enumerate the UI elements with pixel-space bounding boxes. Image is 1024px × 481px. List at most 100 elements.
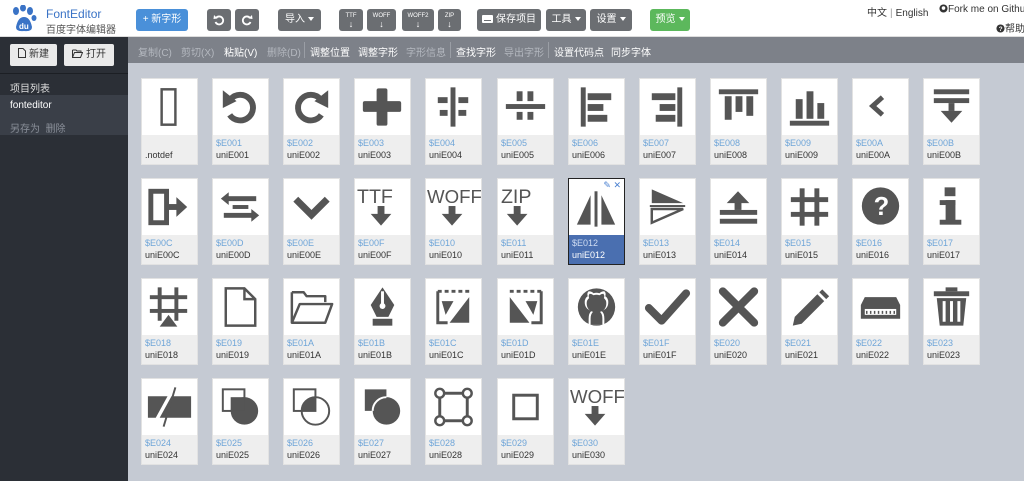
- adjust-position-button[interactable]: 调整位置: [310, 44, 350, 59]
- set-codepoint-button[interactable]: 设置代码点: [554, 44, 604, 59]
- delete-button[interactable]: 删除(D): [267, 44, 301, 59]
- glyph-card[interactable]: $E008 uniE008: [710, 78, 767, 165]
- glyph-card[interactable]: $E001 uniE001: [212, 78, 269, 165]
- glyph-card[interactable]: $E01F uniE01F: [639, 278, 696, 365]
- export-glyph-button[interactable]: 导出字形: [504, 44, 544, 59]
- import-dropdown[interactable]: 导入: [278, 9, 321, 31]
- glyph-card[interactable]: $E018 uniE018: [141, 278, 198, 365]
- glyph-card[interactable]: $E01B uniE01B: [354, 278, 411, 365]
- sync-font-button[interactable]: 同步字体: [611, 44, 651, 59]
- glyph-card[interactable]: $E00B uniE00B: [923, 78, 980, 165]
- glyph-card[interactable]: $E00D uniE00D: [212, 178, 269, 265]
- glyph-card[interactable]: $E026 uniE026: [283, 378, 340, 465]
- glyph-card[interactable]: WOFF $E030 uniE030: [568, 378, 625, 465]
- export-woff-button[interactable]: WOFF ↓: [367, 9, 396, 31]
- lang-en-link[interactable]: English: [896, 8, 929, 19]
- open-project-button[interactable]: 打开: [64, 44, 114, 66]
- glyph-card[interactable]: $E005 uniE005: [497, 78, 554, 165]
- glyph-card[interactable]: $E017 uniE017: [923, 178, 980, 265]
- save-project-button[interactable]: 保存项目: [477, 9, 541, 31]
- undo-button[interactable]: [207, 9, 231, 31]
- edit-delete-tools[interactable]: ✎ ✕: [603, 180, 621, 191]
- edit-toolbar: 复制(C) 剪切(X) 粘贴(V) 删除(D) 调整位置 调整字形 字形信息 查…: [128, 37, 1024, 63]
- export-zip-button[interactable]: ZIP ↓: [438, 9, 461, 31]
- glyph-code: $E01A: [287, 338, 315, 348]
- info-icon: [939, 187, 962, 225]
- glyph-card[interactable]: $E00C uniE00C: [141, 178, 198, 265]
- glyph-card[interactable]: $E009 uniE009: [781, 78, 838, 165]
- glyph-card[interactable]: $E025 uniE025: [212, 378, 269, 465]
- help-link[interactable]: ? 帮助: [996, 20, 1024, 35]
- flip-left-icon: [436, 289, 470, 325]
- glyph-card[interactable]: TTF $E00F uniE00F: [354, 178, 411, 265]
- glyph-meta: $E00D uniE00D: [213, 235, 268, 264]
- glyph-card[interactable]: WOFF $E010 uniE010: [425, 178, 482, 265]
- glyph-card[interactable]: $E015 uniE015: [781, 178, 838, 265]
- tools-dropdown[interactable]: 工具: [546, 9, 586, 31]
- glyph-name: uniE005: [501, 150, 535, 160]
- new-project-button[interactable]: 新建: [10, 44, 57, 66]
- glyph-card[interactable]: $E004 uniE004: [425, 78, 482, 165]
- save-as-link[interactable]: 另存为: [10, 124, 40, 135]
- glyph-code: $E01F: [643, 338, 670, 348]
- project-name[interactable]: fonteditor: [10, 100, 52, 111]
- glyph-card[interactable]: $E003 uniE003: [354, 78, 411, 165]
- delete-project-link[interactable]: 删除: [46, 124, 66, 135]
- copy-button[interactable]: 复制(C): [138, 44, 172, 59]
- lang-cn-link[interactable]: 中文: [867, 8, 887, 19]
- settings-dropdown[interactable]: 设置: [590, 9, 632, 31]
- glyph-card[interactable]: .notdef: [141, 78, 198, 165]
- glyph-card[interactable]: $E028 uniE028: [425, 378, 482, 465]
- glyph-card[interactable]: ? $E016 uniE016: [852, 178, 909, 265]
- glyph-card[interactable]: $E01E uniE01E: [568, 278, 625, 365]
- glyph-code: $E011: [501, 238, 527, 248]
- glyph-card[interactable]: $E013 uniE013: [639, 178, 696, 265]
- cut-button[interactable]: 剪切(X): [181, 44, 214, 59]
- glyph-card[interactable]: $E00E uniE00E: [283, 178, 340, 265]
- glyph-card[interactable]: $E021 uniE021: [781, 278, 838, 365]
- glyph-card[interactable]: $E019 uniE019: [212, 278, 269, 365]
- export-woff2-button[interactable]: WOFF2 ↓: [402, 9, 434, 31]
- glyph-meta: $E006 uniE006: [569, 135, 624, 164]
- redo-button[interactable]: [235, 9, 259, 31]
- glyph-card[interactable]: $E020 uniE020: [710, 278, 767, 365]
- glyph-name: uniE01A: [287, 350, 322, 360]
- glyph-card[interactable]: $E027 uniE027: [354, 378, 411, 465]
- baidu-paw-icon: du: [13, 5, 37, 32]
- glyph-card[interactable]: $E01C uniE01C: [425, 278, 482, 365]
- glyph-card[interactable]: $E002 uniE002: [283, 78, 340, 165]
- glyph-code: $E025: [216, 438, 243, 448]
- glyph-name: uniE009: [785, 150, 819, 160]
- woff-download-icon: WOFF: [427, 186, 481, 226]
- glyph-card[interactable]: $E029 uniE029: [497, 378, 554, 465]
- adjust-glyph-button[interactable]: 调整字形: [358, 44, 398, 59]
- export-ttf-button[interactable]: TTF ↓: [339, 9, 363, 31]
- glyph-card[interactable]: $E014 uniE014: [710, 178, 767, 265]
- fork-github-link[interactable]: Fork me on Github: [939, 4, 1024, 15]
- glyph-card[interactable]: $E006 uniE006: [568, 78, 625, 165]
- glyph-card[interactable]: ✎ ✕ $E012 uniE012: [568, 178, 625, 265]
- preview-dropdown[interactable]: 预览: [650, 9, 690, 31]
- glyph-card[interactable]: $E022 uniE022: [852, 278, 909, 365]
- glyph-card[interactable]: $E007 uniE007: [639, 78, 696, 165]
- caret-down-icon: [574, 17, 581, 22]
- glyph-card[interactable]: $E01D uniE01D: [497, 278, 554, 365]
- glyph-name: uniE00C: [145, 250, 180, 260]
- redo-icon: [295, 90, 329, 124]
- glyph-card[interactable]: $E023 uniE023: [923, 278, 980, 365]
- preview-label: 预览: [655, 14, 676, 25]
- glyph-meta: $E00B uniE00B: [924, 135, 979, 164]
- paste-button[interactable]: 粘贴(V): [224, 44, 257, 59]
- align-vcenter-icon: [437, 87, 469, 127]
- app-logo[interactable]: du FontEditor 百度字体编辑器: [9, 5, 121, 36]
- glyph-card[interactable]: $E024 uniE024: [141, 378, 198, 465]
- glyph-info-button[interactable]: 字形信息: [406, 44, 446, 59]
- find-glyph-button[interactable]: 查找字形: [456, 44, 496, 59]
- new-glyph-button[interactable]: + 新字形: [136, 9, 188, 31]
- toolbar-divider: [450, 42, 451, 58]
- glyph-card[interactable]: $E01A uniE01A: [283, 278, 340, 365]
- glyph-meta: $E01A uniE01A: [284, 335, 339, 364]
- glyph-card[interactable]: $E00A uniE00A: [852, 78, 909, 165]
- project-list-item[interactable]: fonteditor 另存为 删除: [0, 95, 128, 135]
- glyph-card[interactable]: ZIP $E011 uniE011: [497, 178, 554, 265]
